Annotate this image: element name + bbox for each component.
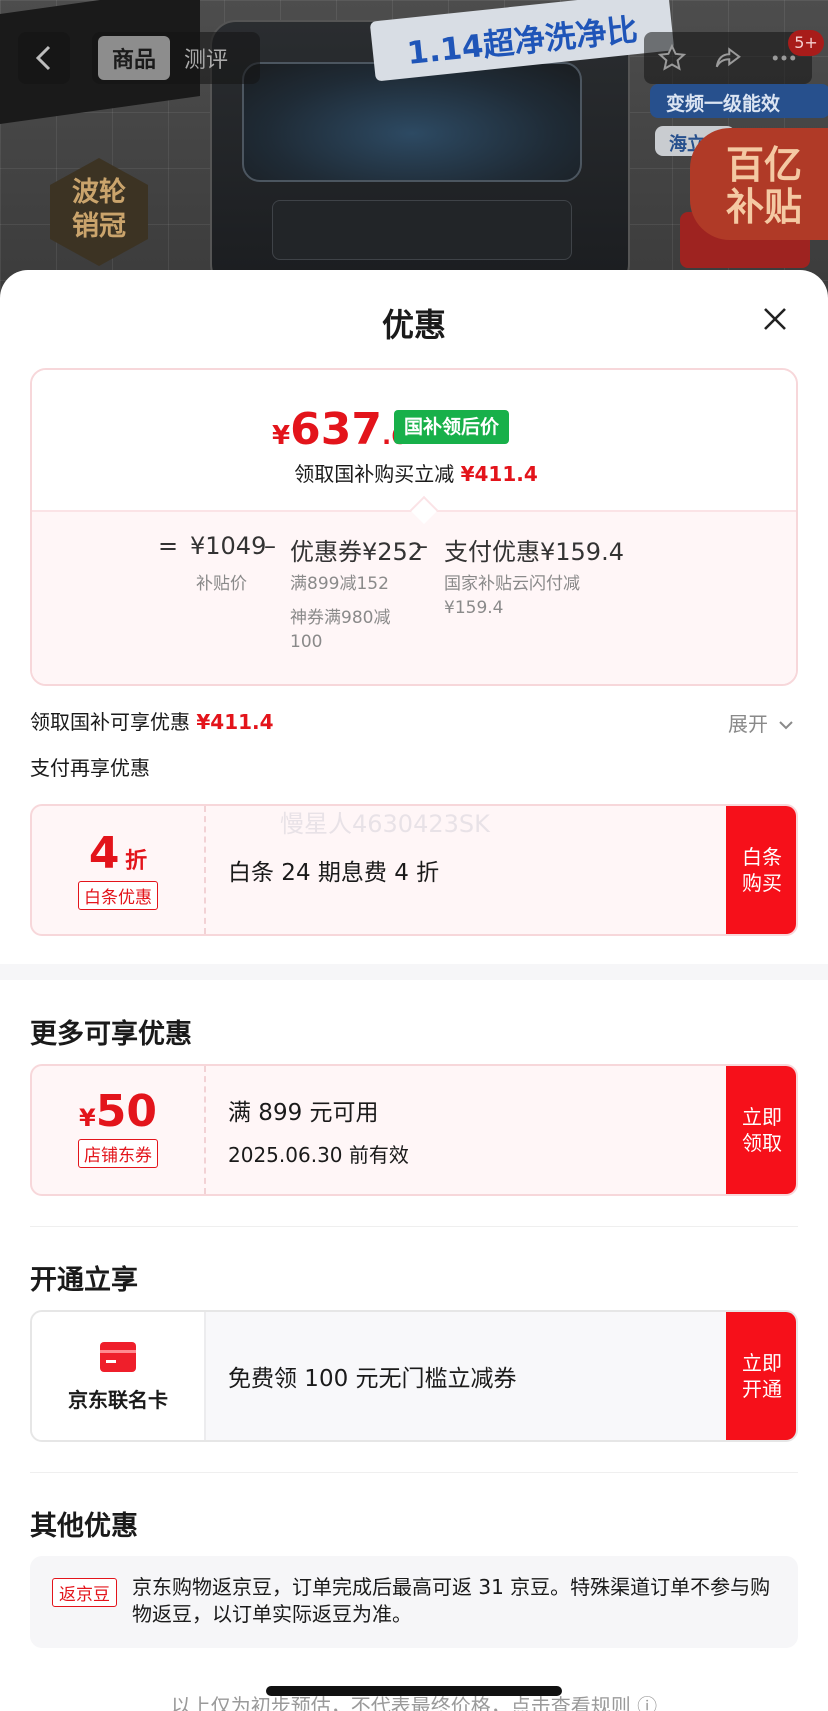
coupon-note-2: 神券满980减: [290, 608, 391, 628]
subsidy-line-1: 百亿: [726, 143, 803, 187]
coupon-value: ¥50: [32, 1086, 204, 1137]
expand-label: 展开: [728, 712, 768, 736]
badge-line-1: 波轮: [72, 177, 126, 208]
pay-section-title: 支付再享优惠: [30, 756, 150, 780]
minus-sign-2: –: [416, 532, 428, 560]
base-price-label: 补贴价: [196, 574, 247, 594]
coupon-note-1: 满899减152: [290, 574, 389, 594]
subsidy-badge: 百亿 补贴: [690, 128, 828, 240]
watermark: 慢星人4630423SK: [280, 810, 490, 838]
jingdou-chip: 返京豆: [52, 1578, 117, 1607]
more-section-title: 更多可享优惠: [30, 1019, 192, 1050]
home-indicator: [266, 1686, 562, 1696]
coupon-desc: 满 899 元可用 2025.06.30 前有效: [228, 1066, 409, 1194]
coupon-value-number: 50: [95, 1086, 157, 1137]
minus-sign: –: [264, 532, 276, 560]
coupon-discount: 优惠券¥252: [290, 538, 424, 566]
expand-toggle[interactable]: 展开: [728, 708, 794, 737]
credit-card-icon: [100, 1342, 136, 1372]
subsidy-row: 领取国补可享优惠 ¥411.4: [30, 706, 274, 735]
cobrand-card-offer: 京东联名卡 免费领 100 元无门槛立减券 立即开通: [30, 1310, 798, 1442]
pay-notes: 国家补贴云闪付减 ¥159.4: [444, 572, 580, 620]
coupon-validity: 2025.06.30 前有效: [228, 1142, 409, 1167]
coupon-value-block: ¥50 店铺东券: [32, 1066, 206, 1194]
pay-note-2: ¥159.4: [444, 598, 504, 618]
subsidy-row-amount: ¥411.4: [196, 710, 274, 734]
washer-lid: [242, 62, 582, 182]
other-section-title: 其他优惠: [30, 1511, 138, 1542]
coupon-currency: ¥: [79, 1104, 96, 1132]
product-tabs: 商品 测评: [92, 32, 260, 84]
card-name: 京东联名卡: [68, 1388, 168, 1412]
product-hero: 1.14超净洗净比 波轮 销冠 变频一级能效 海立 百亿 补贴 商品 测评 5+: [0, 0, 828, 300]
price-summary: ¥637.6 国补领后价 领取国补购买立减 ¥411.4: [32, 370, 796, 510]
divider: [30, 1226, 798, 1227]
sheet-title: 优惠: [381, 306, 446, 344]
discount-sheet: 优惠 ¥637.6 国补领后价 领取国补购买立减 ¥411.4 = ¥1049 …: [0, 270, 828, 1711]
open-card-button[interactable]: 立即开通: [726, 1312, 796, 1440]
section-divider: [0, 964, 828, 980]
coupon-chip: 白条优惠: [78, 881, 158, 910]
notification-badge: 5+: [788, 30, 824, 56]
claim-text: 领取国补购买立减: [294, 462, 455, 486]
coupon-chip: 店铺东券: [78, 1139, 158, 1168]
claim-line: 领取国补购买立减 ¥411.4: [32, 458, 796, 487]
badge-line-2: 销冠: [72, 211, 126, 242]
currency-symbol: ¥: [272, 421, 291, 451]
claim-coupon-button[interactable]: 立即领取: [726, 1066, 796, 1194]
divider: [30, 1472, 798, 1473]
star-icon[interactable]: [657, 43, 687, 73]
subsidy-price-tag: 国补领后价: [394, 410, 510, 444]
card-block: 京东联名卡: [32, 1312, 206, 1440]
coupon-value: 4 折: [32, 828, 204, 879]
jingdou-text: 京东购物返京豆，订单完成后最高可返 31 京豆。特殊渠道订单不参与购物返豆，以订…: [132, 1575, 771, 1626]
washer-panel: [272, 200, 572, 260]
coupon-notes: 满899减152 神券满980减 100: [290, 572, 402, 654]
energy-chip: 变频一级能效: [650, 84, 828, 118]
pay-discount: 支付优惠¥159.4: [444, 538, 624, 566]
open-section-title: 开通立享: [30, 1265, 138, 1296]
coupon-desc: 免费领 100 元无门槛立减券: [228, 1312, 517, 1440]
share-icon[interactable]: [713, 43, 743, 73]
pay-note-1: 国家补贴云闪付减: [444, 574, 580, 594]
subsidy-row-label: 领取国补可享优惠: [30, 710, 190, 734]
top-actions: [644, 32, 812, 84]
price-integer: 637: [290, 404, 382, 455]
tab-review[interactable]: 测评: [170, 36, 242, 80]
price-formula: = ¥1049 – 优惠券¥252 – 支付优惠¥159.4 补贴价 满899减…: [32, 510, 796, 684]
coupon-text: 白条 24 期息费 4 折: [228, 860, 440, 886]
back-button[interactable]: [18, 32, 70, 84]
tab-product[interactable]: 商品: [98, 36, 171, 80]
coupon-note-3: 100: [290, 632, 323, 652]
close-icon[interactable]: [760, 304, 790, 334]
coupon-text: 免费领 100 元无门槛立减券: [228, 1366, 517, 1392]
chevron-down-icon: [779, 721, 794, 730]
equals-sign: =: [158, 532, 179, 560]
jingdou-offer: 返京豆 京东购物返京豆，订单完成后最高可返 31 京豆。特殊渠道订单不参与购物返…: [30, 1556, 798, 1648]
coupon-text: 满 899 元可用: [228, 1099, 379, 1126]
subsidy-line-2: 补贴: [726, 185, 803, 229]
claim-amount: ¥411.4: [460, 462, 538, 486]
store-coupon: ¥50 店铺东券 满 899 元可用 2025.06.30 前有效 立即领取: [30, 1064, 798, 1196]
coupon-value-block: 4 折 白条优惠: [32, 806, 206, 934]
coupon-value-number: 4: [88, 828, 120, 879]
base-price: ¥1049: [190, 532, 267, 560]
baitiao-buy-button[interactable]: 白条购买: [726, 806, 796, 934]
final-price: ¥637.6: [272, 404, 408, 455]
coupon-value-unit: 折: [125, 849, 148, 874]
chevron-left-icon: [35, 45, 51, 71]
price-breakdown-card: ¥637.6 国补领后价 领取国补购买立减 ¥411.4 = ¥1049 – 优…: [30, 368, 798, 686]
